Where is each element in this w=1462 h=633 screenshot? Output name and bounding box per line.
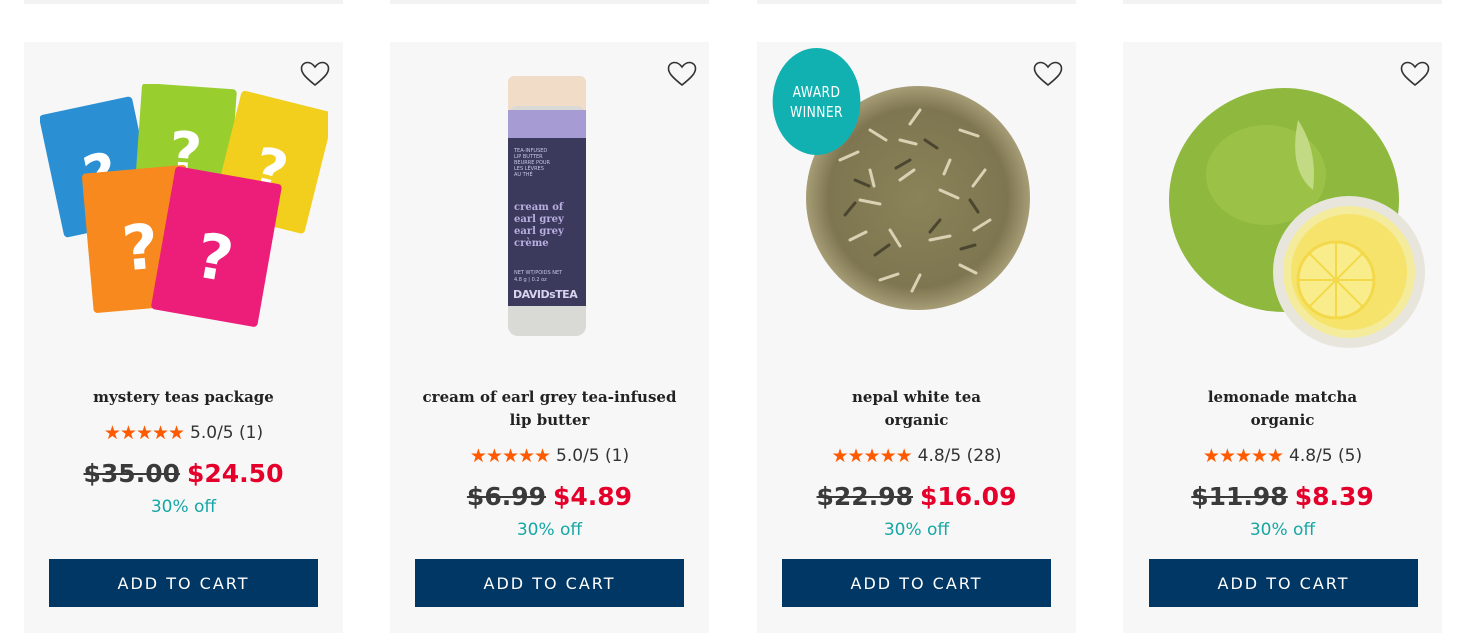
previous-row-card-edge: [390, 0, 709, 4]
product-subtitle[interactable]: organic: [1123, 409, 1442, 432]
product-name[interactable]: lemonade matcha: [1123, 386, 1442, 409]
lip-butter-label-text: TEA-INFUSED LIP BUTTER BEURRE POUR LES L…: [514, 148, 551, 178]
product-title[interactable]: lemonade matcha organic: [1123, 386, 1442, 432]
product-rating: ★★★★★ 4.8/5 (5): [1123, 446, 1442, 466]
discount-label: 30% off: [516, 520, 583, 540]
lip-butter-flavor-text: cream of earl grey earl grey crème: [514, 202, 564, 249]
wishlist-heart-icon[interactable]: [667, 61, 697, 87]
product-rating: ★★★★★ 4.8/5 (28): [757, 446, 1076, 466]
original-price: $35.00: [83, 459, 180, 488]
product-subtitle[interactable]: organic: [757, 409, 1076, 432]
product-image-lemonade-matcha[interactable]: [1166, 80, 1430, 348]
product-image-mystery-teas[interactable]: ? ? ? ? ?: [40, 84, 328, 334]
add-to-cart-button[interactable]: ADD TO CART: [1149, 559, 1418, 607]
previous-row-card-edge: [1123, 0, 1442, 4]
svg-text:?: ?: [119, 210, 161, 286]
star-icon: ★★★★★: [103, 422, 185, 444]
sale-price: $8.39: [1294, 482, 1374, 511]
product-prices: $22.98 $16.09: [757, 482, 1076, 511]
product-title[interactable]: cream of earl grey tea-infused lip butte…: [390, 386, 709, 432]
product-title[interactable]: nepal white tea organic: [757, 386, 1076, 432]
discount-label: 30% off: [150, 497, 217, 517]
product-prices: $35.00 $24.50: [24, 459, 343, 488]
rating-text: 5.0/5 (1): [556, 446, 630, 466]
product-prices: $6.99 $4.89: [390, 482, 709, 511]
rating-text: 4.8/5 (5): [1289, 446, 1363, 466]
add-to-cart-button[interactable]: ADD TO CART: [782, 559, 1051, 607]
product-title[interactable]: mystery teas package: [24, 386, 343, 409]
previous-row-card-edge: [24, 0, 343, 4]
sale-price: $4.89: [553, 482, 633, 511]
product-name[interactable]: mystery teas package: [24, 386, 343, 409]
product-name[interactable]: nepal white tea: [757, 386, 1076, 409]
add-to-cart-button[interactable]: ADD TO CART: [415, 559, 684, 607]
brand-logo-text: DAVIDsTEA: [513, 288, 578, 301]
product-rating: ★★★★★ 5.0/5 (1): [390, 446, 709, 466]
sale-price: $24.50: [187, 459, 284, 488]
star-icon: ★★★★★: [1202, 445, 1284, 467]
original-price: $22.98: [816, 482, 913, 511]
product-subtitle[interactable]: lip butter: [390, 409, 709, 432]
star-icon: ★★★★★: [469, 445, 551, 467]
product-rating: ★★★★★ 5.0/5 (1): [24, 423, 343, 443]
original-price: $11.98: [1191, 482, 1288, 511]
product-name[interactable]: cream of earl grey tea-infused: [390, 386, 709, 409]
add-to-cart-button[interactable]: ADD TO CART: [49, 559, 318, 607]
sale-price: $16.09: [920, 482, 1017, 511]
discount-label: 30% off: [1249, 520, 1316, 540]
wishlist-heart-icon[interactable]: [1033, 61, 1063, 87]
product-prices: $11.98 $8.39: [1123, 482, 1442, 511]
award-winner-badge: AWARD WINNER: [772, 48, 861, 155]
discount-label: 30% off: [883, 520, 950, 540]
previous-row-card-edge: [757, 0, 1076, 4]
lip-butter-weight-text: NET WT/POIDS NET 4.8 g | 0.2 oz: [514, 270, 563, 283]
star-icon: ★★★★★: [831, 445, 912, 467]
original-price: $6.99: [466, 482, 546, 511]
rating-text: 4.8/5 (28): [917, 446, 1002, 466]
rating-text: 5.0/5 (1): [190, 423, 264, 443]
